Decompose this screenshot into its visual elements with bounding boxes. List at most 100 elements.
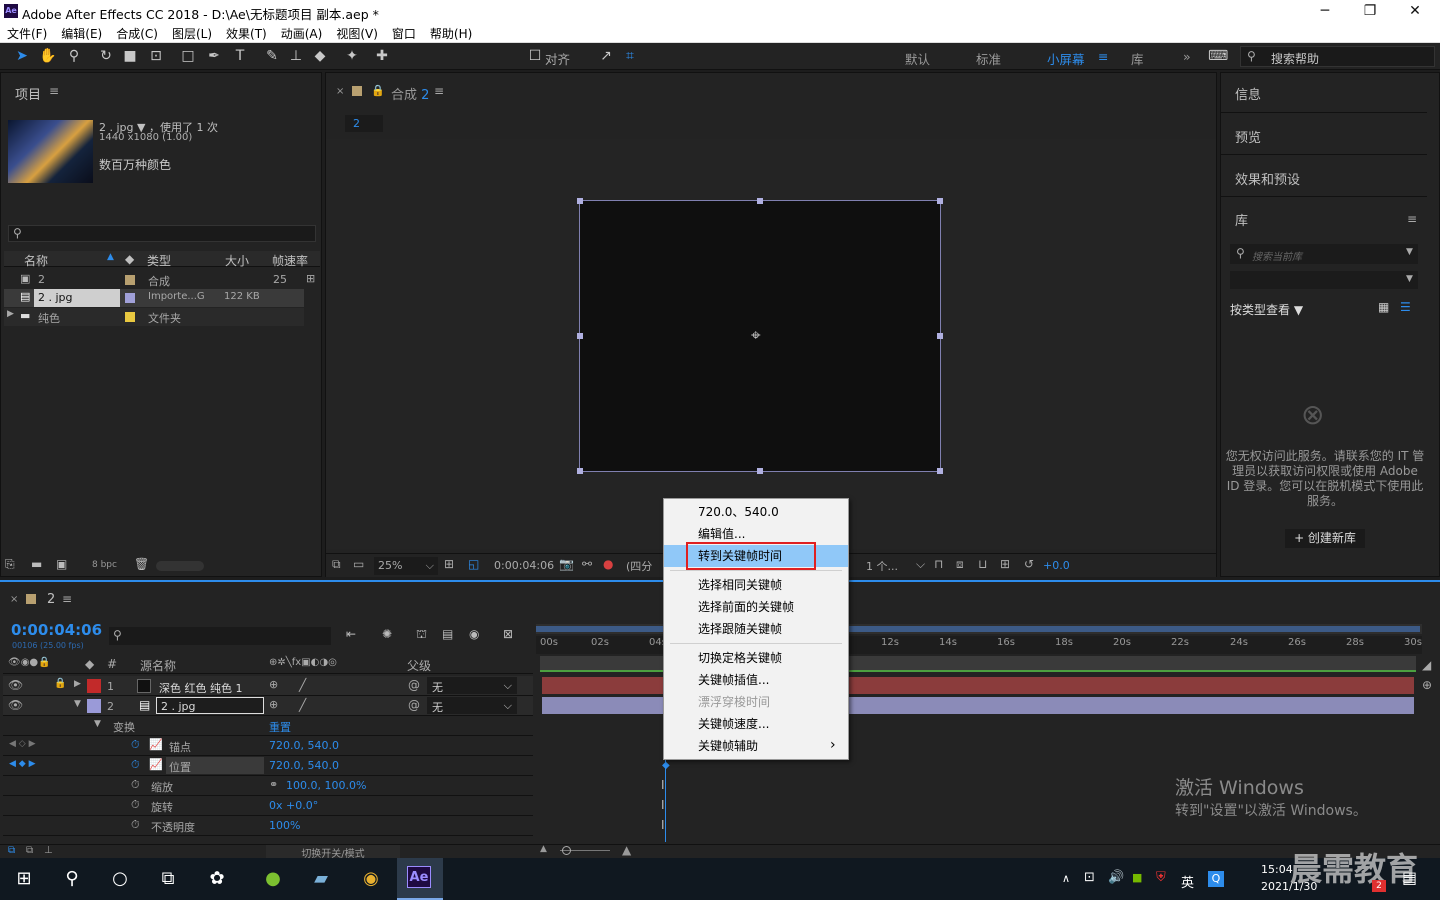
collapse-arrow-icon[interactable]: ▼ — [94, 719, 101, 729]
comp-mini-flowchart-icon[interactable]: ⇤ — [346, 627, 356, 641]
panel-menu-icon[interactable]: ≡ — [434, 84, 444, 98]
transform-handle[interactable] — [937, 333, 943, 339]
task-view-icon[interactable]: ⧉ — [153, 864, 183, 894]
transform-handle[interactable] — [937, 468, 943, 474]
timeline-tab-label[interactable]: 2 — [47, 592, 55, 607]
project-search-input[interactable]: ⚲ — [8, 225, 316, 242]
new-folder-icon[interactable]: ▬ — [31, 557, 42, 571]
graph-editor-icon[interactable]: ⊠ — [503, 627, 513, 641]
stopwatch-icon[interactable]: ⏱ — [131, 758, 140, 772]
workspace-standard[interactable]: 标准 — [976, 49, 1001, 68]
quality-switch-icon[interactable]: ╱ — [299, 678, 306, 692]
effects-presets-panel[interactable]: 效果和预设 — [1221, 156, 1427, 197]
graph-icon[interactable]: 📈 — [149, 738, 163, 751]
menu-view[interactable]: 视图(V) — [329, 23, 385, 42]
view-by-type-dropdown[interactable]: 按类型查看 ▼ — [1230, 301, 1303, 318]
parent-dropdown[interactable]: 无 ⌵ — [427, 677, 517, 694]
property-row[interactable]: ◀ ◆ ▶ ⏱ 📈 位置 720.0, 540.0 — [3, 756, 533, 776]
column-source-name[interactable]: 源名称 — [140, 657, 176, 674]
property-value[interactable]: 100.0, 100.0% — [286, 779, 366, 792]
roto-brush-tool-icon[interactable]: ✦ — [342, 47, 362, 65]
toggle-mask-icon[interactable]: ⧈ — [956, 557, 964, 572]
label-color-swatch[interactable] — [125, 275, 135, 285]
snapshot-camera-icon[interactable]: 📷 — [559, 557, 574, 571]
keyframe-navigator-icon[interactable]: ◀ ◇ ▶ — [9, 739, 36, 749]
after-effects-taskbar-button[interactable]: Ae — [397, 858, 443, 900]
graph-icon[interactable]: 📈 — [149, 758, 163, 771]
visibility-eye-icon[interactable]: 👁 — [8, 678, 23, 692]
security-shield-icon[interactable]: ⛨ — [1156, 870, 1166, 885]
search-icon[interactable]: ⚲ — [57, 864, 87, 894]
menu-item-keyframe-interpolation[interactable]: 关键帧插值... — [664, 669, 848, 691]
show-hidden-icons-icon[interactable]: ∧ — [1062, 872, 1070, 885]
project-row[interactable]: ▣ 2 合成 25 ⊞ — [4, 271, 320, 289]
library-selector-dropdown[interactable]: ▼ — [1230, 271, 1418, 289]
preview-panel[interactable]: 预览 — [1221, 114, 1427, 155]
pan-behind-tool-icon[interactable]: ⊡ — [146, 47, 166, 65]
column-size[interactable]: 大小 — [225, 252, 249, 269]
property-row[interactable]: ⏱ 不透明度 100% — [3, 816, 533, 836]
menu-item-toggle-hold-keyframe[interactable]: 切换定格关键帧 — [664, 647, 848, 669]
menu-item-keyframe-assistant[interactable]: 关键帧辅助 — [664, 735, 848, 757]
label-color-swatch[interactable] — [125, 293, 135, 303]
menu-layer[interactable]: 图层(L) — [165, 23, 219, 42]
show-snapshot-icon[interactable]: ⚯ — [582, 557, 592, 571]
menu-item-select-previous-keyframes[interactable]: 选择前面的关键帧 — [664, 596, 848, 618]
region-of-interest-icon[interactable]: ◱ — [468, 557, 479, 571]
menu-item-select-following-keyframes[interactable]: 选择跟随关键帧 — [664, 618, 848, 640]
list-view-icon[interactable]: ☰ — [1400, 300, 1411, 314]
shy-switch-icon[interactable]: ⊕ — [269, 678, 278, 691]
create-library-button[interactable]: + 创建新库 — [1285, 529, 1365, 548]
panel-menu-icon[interactable]: ≡ — [1407, 212, 1417, 226]
in-out-icon[interactable]: ⊥ — [44, 845, 53, 856]
snap-icon[interactable]: ↗ — [596, 47, 616, 65]
text-tool-icon[interactable]: T — [230, 47, 250, 65]
zoom-in-icon[interactable]: ▲ — [622, 843, 631, 857]
comp-tab-label[interactable]: 合成 2 — [391, 84, 429, 103]
transform-handle[interactable] — [937, 198, 943, 204]
quality-switch-icon[interactable]: ╱ — [299, 698, 306, 712]
panel-menu-icon[interactable]: ≡ — [49, 84, 59, 98]
search-dropdown-icon[interactable]: ▼ — [1406, 247, 1413, 257]
bpc-button[interactable]: 8 bpc — [86, 560, 123, 570]
property-row[interactable]: ⏱ 缩放 ⚭ 100.0, 100.0% — [3, 776, 533, 796]
stopwatch-icon[interactable]: ⏱ — [131, 738, 140, 752]
clock-time[interactable]: 15:04 — [1261, 863, 1293, 876]
library-search-input[interactable]: 搜索当前库 — [1252, 248, 1302, 263]
interpret-footage-icon[interactable]: ⎘ — [5, 557, 15, 572]
motion-blur-icon[interactable]: ◉ — [469, 627, 479, 641]
views-dropdown-arrow-icon[interactable]: ⌵ — [916, 557, 925, 572]
panel-menu-icon[interactable]: ≡ — [62, 592, 72, 606]
thumbnail-scroll-slider[interactable] — [156, 561, 204, 571]
menu-composition[interactable]: 合成(C) — [109, 23, 165, 42]
stopwatch-icon[interactable]: ⏱ — [131, 818, 140, 832]
zoom-out-icon[interactable]: ▲ — [540, 844, 547, 854]
lock-icon[interactable]: 🔒 — [54, 678, 66, 689]
layer-switches-icon[interactable]: ⧉ — [8, 845, 15, 856]
close-button[interactable]: ✕ — [1395, 2, 1435, 20]
nvidia-icon[interactable]: ■ — [1132, 871, 1142, 884]
workspace-default[interactable]: 默认 — [905, 49, 930, 68]
menu-item-value[interactable]: 720.0、540.0 — [664, 501, 848, 523]
expand-arrow-icon[interactable]: ▶ — [7, 309, 14, 319]
channel-icon[interactable]: ● — [603, 557, 613, 571]
workspace-menu-icon[interactable]: ≡ — [1098, 49, 1108, 64]
pinwheel-app-icon[interactable]: ✿ — [202, 864, 232, 894]
flowchart-icon[interactable]: ⊞ — [1000, 557, 1010, 571]
transform-handle[interactable] — [577, 468, 583, 474]
green-ball-app-icon[interactable]: ● — [258, 864, 288, 894]
cortana-icon[interactable]: ○ — [105, 864, 135, 894]
menu-file[interactable]: 文件(F) — [0, 23, 54, 42]
shy-switch-icon[interactable]: ⊕ — [269, 698, 278, 711]
anchor-point-icon[interactable]: ⌖ — [751, 326, 761, 346]
toggle-switches-modes-button[interactable]: 切换开关/模式 — [266, 845, 400, 860]
column-name[interactable]: 名称 — [24, 252, 48, 269]
parent-pickwhip-icon[interactable]: @ — [408, 698, 420, 712]
library-panel-title[interactable]: 库 — [1235, 210, 1248, 229]
transform-handle[interactable] — [757, 198, 763, 204]
network-icon[interactable]: ⊡ — [1084, 870, 1095, 885]
visibility-eye-icon[interactable]: 👁 — [8, 698, 23, 712]
layer-label-color[interactable] — [87, 679, 101, 693]
zoom-tool-icon[interactable]: ⚲ — [64, 47, 84, 65]
grid-view-icon[interactable]: ▦ — [1378, 300, 1389, 314]
